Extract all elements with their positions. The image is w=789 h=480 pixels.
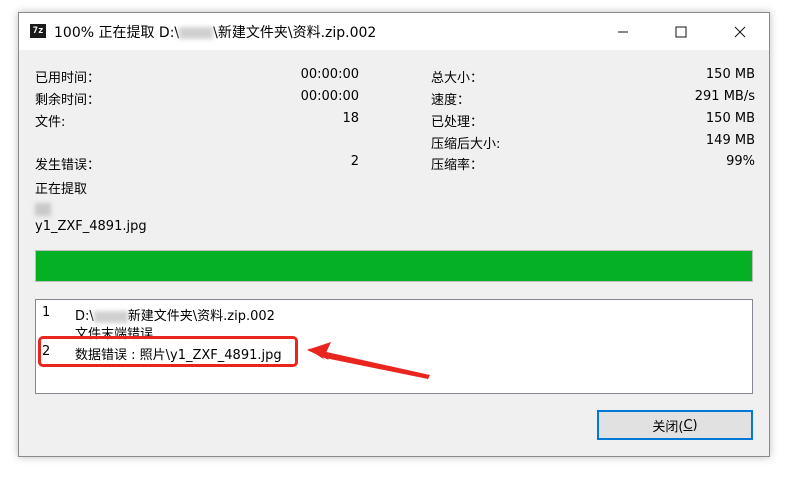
extract-progress-window: 7z 100% 正在提取 D:\ \新建文件夹\资料.zip.002 已用时间： … (18, 12, 770, 457)
close-button[interactable]: 关闭(C) (597, 410, 753, 440)
annotation-arrow-icon (307, 342, 430, 379)
